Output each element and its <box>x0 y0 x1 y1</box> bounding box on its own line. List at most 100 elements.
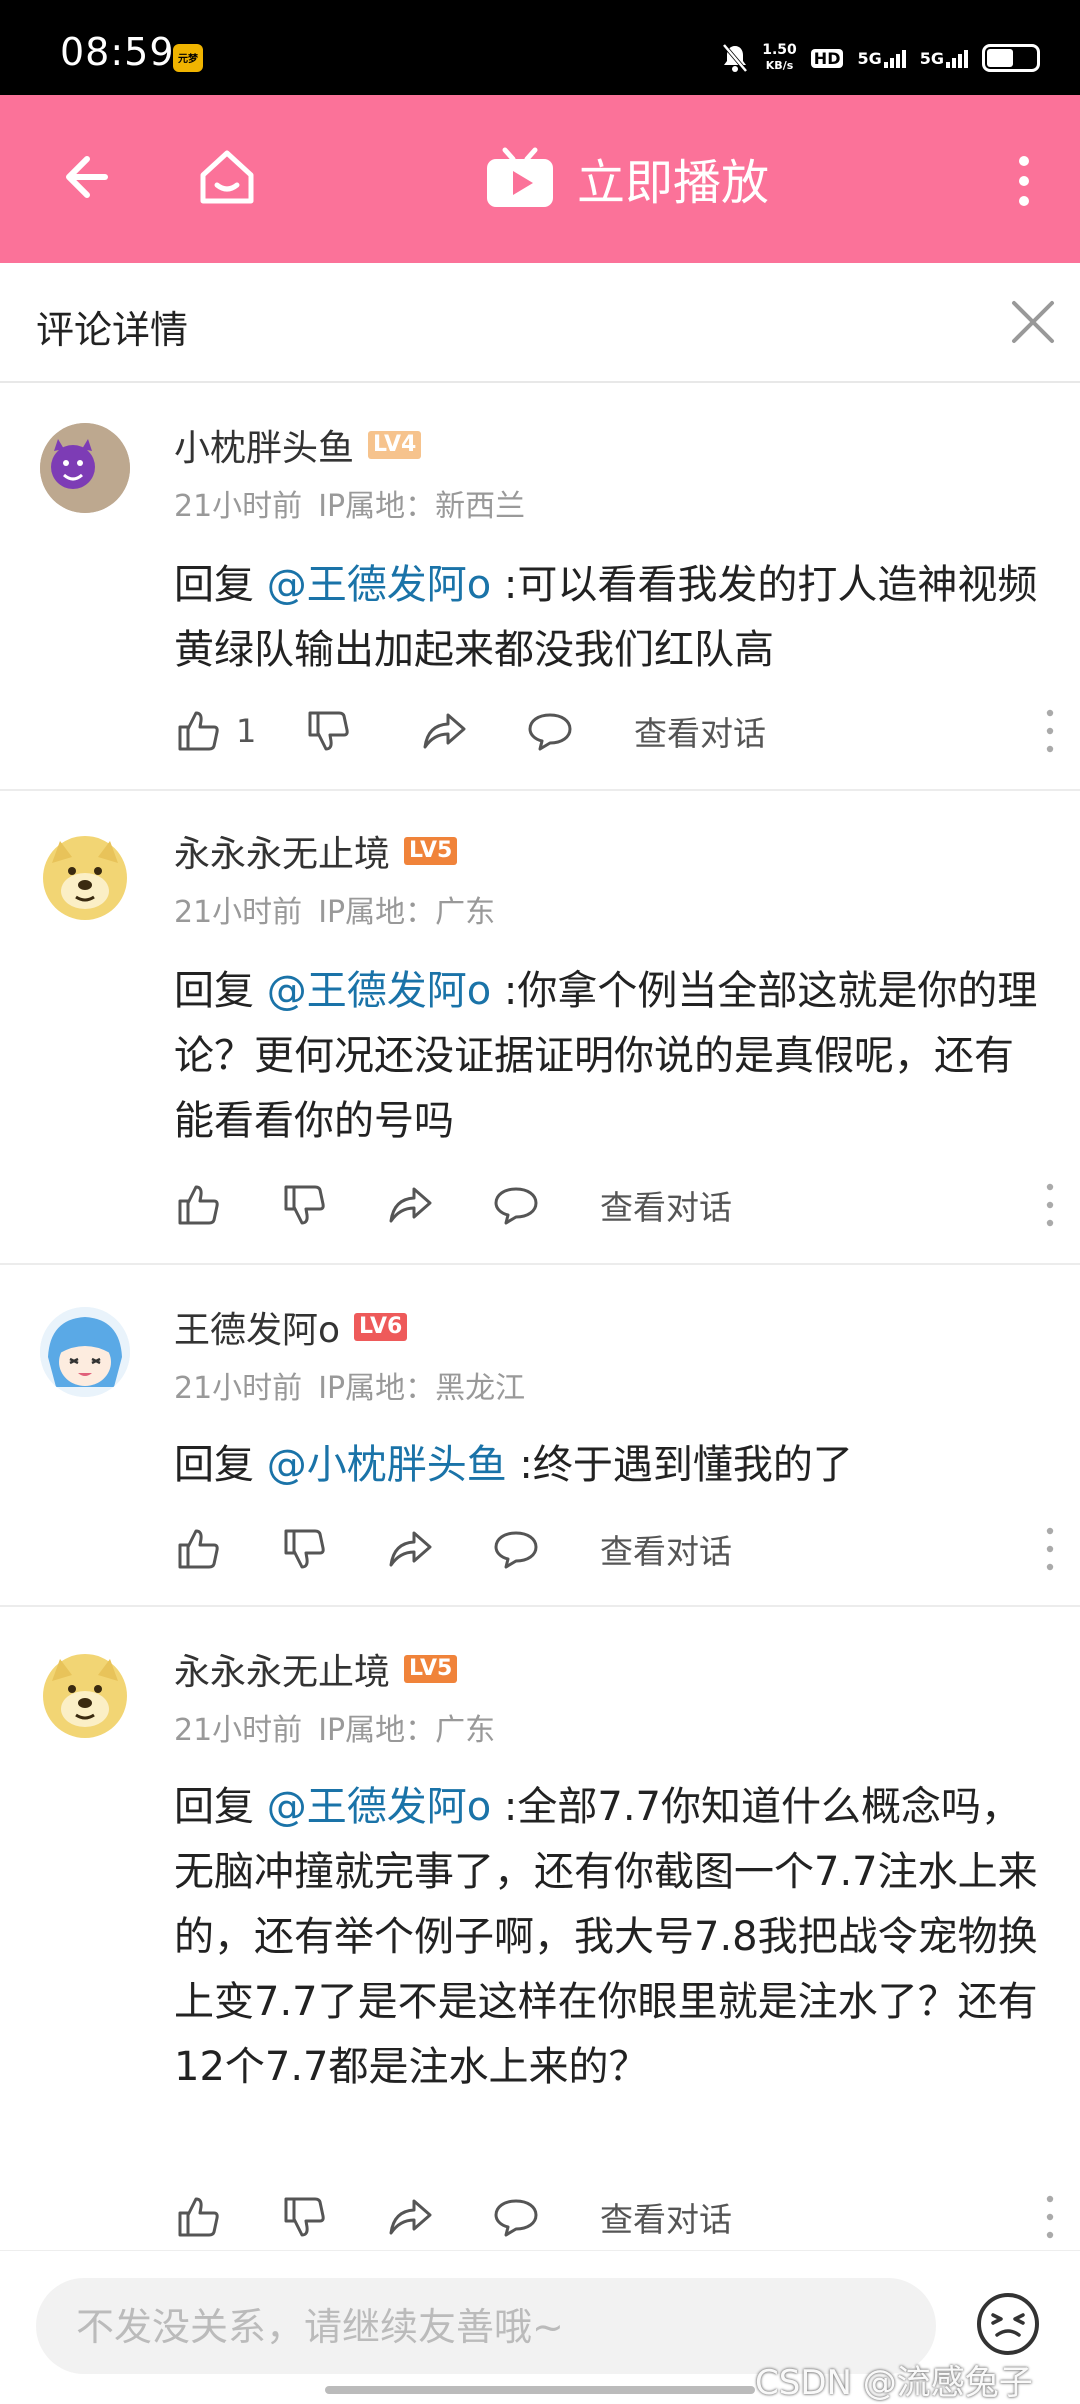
username[interactable]: 王德发阿o <box>174 1301 340 1353</box>
mention-link[interactable]: @王德发阿o <box>267 1784 491 1830</box>
view-dialog-link[interactable]: 查看对话 <box>600 1175 732 1235</box>
share-icon <box>389 2199 432 2235</box>
comment-more-icon[interactable] <box>1046 1525 1054 1573</box>
avatar[interactable] <box>40 423 130 513</box>
like-button[interactable] <box>174 2187 236 2247</box>
status-time: 08:59 <box>60 30 175 74</box>
dislike-button[interactable] <box>280 2187 328 2247</box>
comment-meta: 21小时前 IP属地：黑龙江 <box>174 1363 525 1407</box>
share-button[interactable] <box>420 701 468 761</box>
emoji-icon[interactable] <box>975 2291 1041 2357</box>
level-badge: LV5 <box>404 1655 458 1683</box>
close-icon[interactable] <box>1010 299 1056 345</box>
comment-meta: 21小时前 IP属地：广东 <box>174 887 495 931</box>
like-count: 1 <box>236 712 257 750</box>
comment-user-row: 小枕胖头鱼 LV4 <box>174 419 422 471</box>
tv-play-icon <box>487 147 553 207</box>
share-button[interactable] <box>386 2187 434 2247</box>
share-button[interactable] <box>386 1175 434 1235</box>
comment-item: 小枕胖头鱼 LV4 21小时前 IP属地：新西兰 回复 @王德发阿o :可以看看我… <box>0 383 1080 791</box>
back-arrow-icon[interactable] <box>55 147 115 207</box>
view-dialog-link[interactable]: 查看对话 <box>600 1519 732 1579</box>
comment-item: 王德发阿o LV6 21小时前 IP属地：黑龙江 回复 @小枕胖头鱼 :终于遇到懂… <box>0 1265 1080 1607</box>
comment-meta: 21小时前 IP属地：新西兰 <box>174 481 525 525</box>
battery-icon <box>982 44 1040 72</box>
comment-actions: 查看对话 <box>174 1519 1054 1579</box>
comment-bubble-icon <box>494 1531 538 1569</box>
home-indicator[interactable] <box>325 2386 755 2394</box>
comment-bubble-icon <box>494 2199 538 2237</box>
reply-button[interactable] <box>526 701 574 761</box>
comment-actions: 查看对话 <box>174 2187 1054 2247</box>
comment-detail-header: 评论详情 <box>0 263 1080 383</box>
share-icon <box>389 1187 432 1223</box>
thumbs-up-icon <box>178 711 219 751</box>
view-dialog-label: 查看对话 <box>600 2200 732 2239</box>
comment-item: 永永永无止境 LV5 21小时前 IP属地：广东 回复 @王德发阿o :你拿个例当… <box>0 791 1080 1265</box>
dislike-button[interactable] <box>304 701 352 761</box>
reply-prefix: 回复 <box>174 968 267 1014</box>
username[interactable]: 永永永无止境 <box>174 825 390 877</box>
reply-prefix: 回复 <box>174 562 267 608</box>
reply-button[interactable] <box>492 1175 540 1235</box>
comment-meta: 21小时前 IP属地：广东 <box>174 1705 495 1749</box>
dislike-button[interactable] <box>280 1175 328 1235</box>
view-dialog-link[interactable]: 查看对话 <box>600 2187 732 2247</box>
share-button[interactable] <box>386 1519 434 1579</box>
like-button[interactable] <box>174 1175 236 1235</box>
status-icons: 1.50 KB/s HD 5G 5G <box>722 38 1040 78</box>
dislike-button[interactable] <box>280 1519 328 1579</box>
thumbs-up-icon <box>178 1529 219 1569</box>
comment-time: 21小时前 <box>174 489 303 524</box>
mute-icon <box>722 43 748 73</box>
comment-time: 21小时前 <box>174 1371 303 1406</box>
level-badge: LV4 <box>368 431 422 459</box>
comment-more-icon[interactable] <box>1046 707 1054 755</box>
comment-time: 21小时前 <box>174 895 303 930</box>
like-button[interactable] <box>174 1519 236 1579</box>
signal-icon-sim2: 5G <box>920 49 968 68</box>
thumbs-down-icon <box>284 2197 325 2237</box>
comment-actions: 1 查看对话 <box>174 701 1054 761</box>
reply-button[interactable] <box>492 2187 540 2247</box>
mention-link[interactable]: @王德发阿o <box>267 968 491 1014</box>
view-dialog-link[interactable]: 查看对话 <box>634 701 766 761</box>
reply-button[interactable] <box>492 1519 540 1579</box>
doge-avatar-icon <box>43 836 127 920</box>
comment-bubble-icon <box>528 713 572 751</box>
level-badge: LV6 <box>354 1313 408 1341</box>
more-vertical-icon[interactable] <box>1016 153 1032 209</box>
avatar[interactable] <box>40 833 130 923</box>
watermark: CSDN @流感兔子 <box>755 2363 1033 2403</box>
comment-more-icon[interactable] <box>1046 2193 1054 2241</box>
view-dialog-label: 查看对话 <box>634 714 766 753</box>
home-icon[interactable] <box>195 145 259 209</box>
thumbs-up-icon <box>178 1185 219 1225</box>
comment-actions: 查看对话 <box>174 1175 1054 1235</box>
avatar[interactable] <box>40 1651 130 1741</box>
reply-prefix: 回复 <box>174 1442 267 1488</box>
net-speed: 1.50 KB/s <box>762 42 797 73</box>
comment-more-icon[interactable] <box>1046 1181 1054 1229</box>
play-now-label: 立即播放 <box>577 155 770 211</box>
thumbs-up-icon <box>178 2197 219 2237</box>
comment-ip-location: IP属地：广东 <box>318 895 496 930</box>
thumbs-down-icon <box>308 711 349 751</box>
play-now-button[interactable]: 立即播放 <box>485 143 769 213</box>
page-title: 评论详情 <box>36 308 189 352</box>
mention-link[interactable]: @小枕胖头鱼 <box>267 1442 507 1488</box>
avatar[interactable] <box>40 1307 130 1397</box>
mention-link[interactable]: @王德发阿o <box>267 562 491 608</box>
doge-avatar-icon <box>43 1654 127 1738</box>
thumbs-down-icon <box>284 1185 325 1225</box>
devil-emoji-avatar-icon <box>40 423 130 513</box>
app-bar: 立即播放 <box>0 95 1080 263</box>
username[interactable]: 小枕胖头鱼 <box>174 419 354 471</box>
comment-text: 回复 @王德发阿o :可以看看我发的打人造神视频黄绿队输出加起来都没我们红队高 <box>174 553 1044 683</box>
comment-ip-location: IP属地：新西兰 <box>318 489 526 524</box>
view-dialog-label: 查看对话 <box>600 1188 732 1227</box>
like-button[interactable]: 1 <box>174 701 256 761</box>
comment-text: 回复 @王德发阿o :全部7.7你知道什么概念吗，无脑冲撞就完事了，还有你截图一… <box>174 1775 1044 2100</box>
username[interactable]: 永永永无止境 <box>174 1643 390 1695</box>
hd-badge: HD <box>810 48 844 68</box>
